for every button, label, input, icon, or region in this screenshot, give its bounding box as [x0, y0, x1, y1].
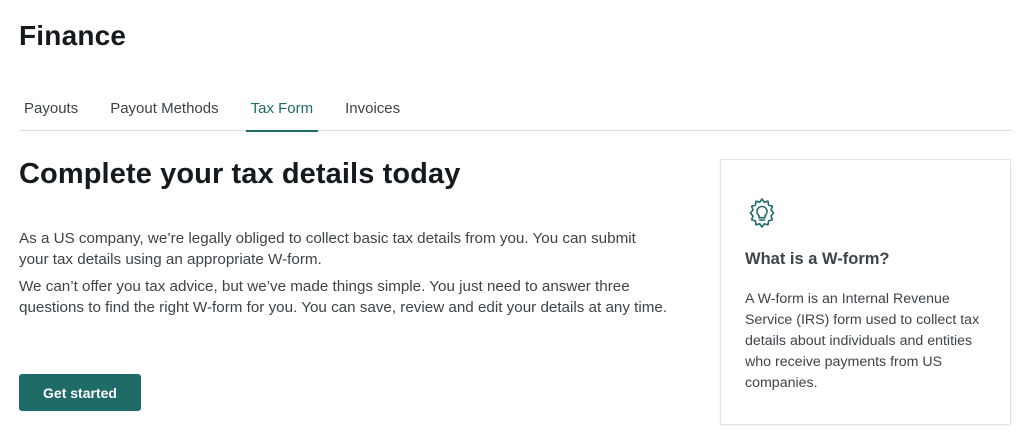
page-title: Finance — [19, 20, 127, 51]
card-title: What is a W-form? — [745, 250, 890, 268]
card-body: A W-form is an Internal Revenue Service … — [745, 291, 980, 391]
get-started-button[interactable]: Get started — [19, 374, 141, 411]
finance-tabs: Payouts Payout Methods Tax Form Invoices — [19, 96, 1011, 132]
tab-tax-form[interactable]: Tax Form — [245, 96, 319, 132]
w-form-info-card: What is a W-form? A W-form is an Interna… — [720, 159, 1011, 425]
intro-paragraph: As a US company, we’re legally obliged t… — [19, 230, 636, 268]
section-heading: Complete your tax details today — [19, 158, 461, 190]
tab-invoices[interactable]: Invoices — [340, 96, 405, 131]
instructions-paragraph: We can’t offer you tax advice, but we’ve… — [19, 278, 668, 316]
lightbulb-gear-icon — [745, 196, 779, 230]
tab-payout-methods[interactable]: Payout Methods — [105, 96, 223, 131]
tab-payouts[interactable]: Payouts — [19, 96, 83, 131]
